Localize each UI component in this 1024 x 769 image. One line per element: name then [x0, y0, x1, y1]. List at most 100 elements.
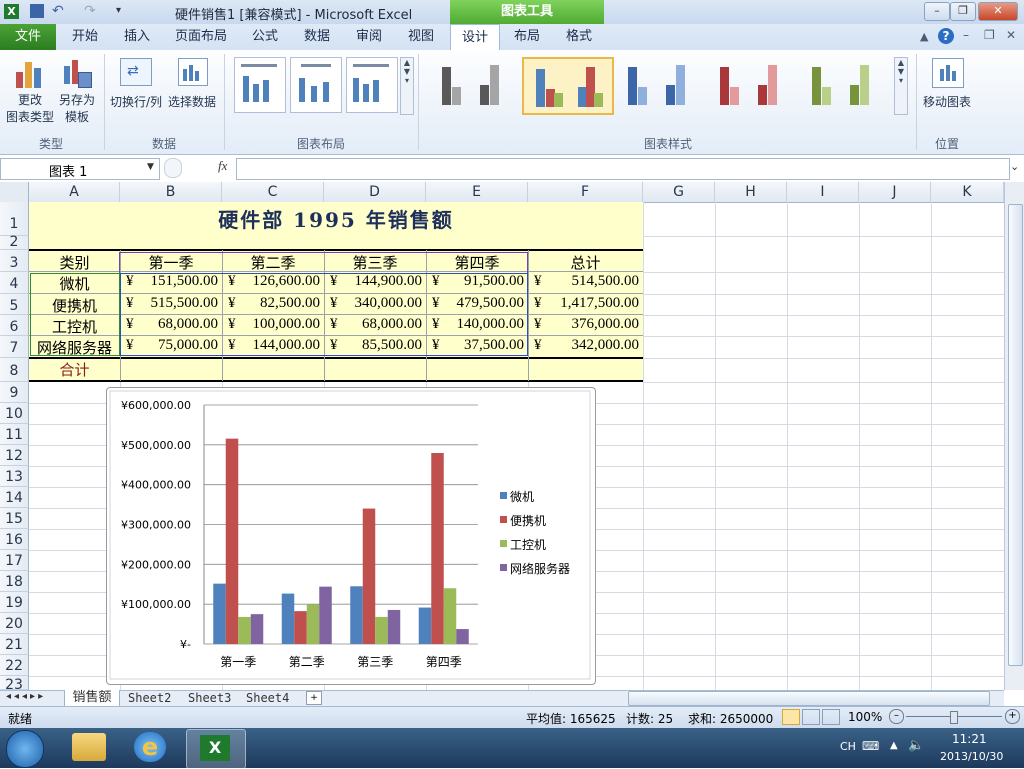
normal-view-icon[interactable]	[782, 709, 800, 725]
vertical-scrollbar[interactable]	[1004, 182, 1024, 690]
move-chart-button[interactable]: 移动图表	[918, 93, 976, 110]
row-header-12[interactable]: 12	[0, 445, 29, 466]
move-chart-icon[interactable]	[932, 58, 964, 88]
workbook-restore-icon[interactable]: ❐	[984, 28, 995, 42]
chart-layout-2[interactable]	[290, 57, 342, 113]
show-hidden-icons[interactable]: ▲	[890, 740, 898, 751]
keyboard-icon[interactable]: ⌨	[862, 739, 879, 753]
header-total[interactable]: 总计	[528, 252, 643, 273]
column-header-f[interactable]: F	[528, 182, 643, 202]
column-header-c[interactable]: C	[222, 182, 324, 202]
switch-row-column-button[interactable]: 切换行/列	[108, 93, 164, 110]
row-category[interactable]: 工控机	[29, 316, 120, 337]
column-header-i[interactable]: I	[787, 182, 859, 202]
workbook-minimize-icon[interactable]: –	[963, 28, 969, 42]
value-cell[interactable]: ¥1,417,500.00	[528, 295, 643, 315]
change-chart-type-icon[interactable]	[14, 58, 46, 88]
row-header-4[interactable]: 4	[0, 272, 29, 294]
tab-formulas[interactable]: 公式	[244, 24, 286, 50]
row-header-18[interactable]: 18	[0, 571, 29, 592]
change-chart-type-button[interactable]: 更改 图表类型	[2, 91, 58, 125]
switch-row-column-icon[interactable]: ⇄	[120, 58, 152, 86]
row-header-21[interactable]: 21	[0, 634, 29, 655]
volume-icon[interactable]: 🔈	[908, 738, 924, 753]
column-header-g[interactable]: G	[643, 182, 715, 202]
save-as-template-button[interactable]: 另存为 模板	[54, 91, 100, 125]
tab-review[interactable]: 审阅	[348, 24, 390, 50]
tab-file[interactable]: 文件	[0, 24, 56, 50]
value-cell[interactable]: ¥82,500.00	[222, 295, 324, 315]
column-header-e[interactable]: E	[426, 182, 528, 202]
internet-explorer-icon[interactable]: e	[134, 732, 166, 762]
explorer-icon[interactable]	[72, 733, 106, 761]
clock-time[interactable]: 11:21	[952, 732, 987, 746]
zoom-slider-thumb[interactable]	[950, 711, 958, 724]
row-header-23[interactable]: 23	[0, 676, 29, 690]
row-header-11[interactable]: 11	[0, 424, 29, 445]
row-header-13[interactable]: 13	[0, 466, 29, 487]
chart-style-4[interactable]	[710, 59, 794, 111]
value-cell[interactable]: ¥37,500.00	[426, 337, 528, 357]
chart-style-5[interactable]	[802, 59, 886, 111]
chart-layout-1[interactable]	[234, 57, 286, 113]
column-header-a[interactable]: A	[29, 182, 120, 202]
input-language[interactable]: CH	[840, 740, 856, 753]
tab-data[interactable]: 数据	[296, 24, 338, 50]
select-all-button[interactable]	[0, 182, 29, 202]
row-category[interactable]: 微机	[29, 273, 120, 294]
value-cell[interactable]: ¥340,000.00	[324, 295, 426, 315]
chart-style-2-selected[interactable]	[522, 57, 614, 115]
chart-style-1[interactable]	[432, 59, 516, 111]
value-cell[interactable]: ¥514,500.00	[528, 273, 643, 293]
value-cell[interactable]: ¥479,500.00	[426, 295, 528, 315]
row-header-17[interactable]: 17	[0, 550, 29, 571]
row-header-15[interactable]: 15	[0, 508, 29, 529]
save-icon[interactable]	[30, 4, 44, 18]
row-header-22[interactable]: 22	[0, 655, 29, 676]
zoom-in-icon[interactable]: +	[1005, 709, 1020, 724]
row-header-8[interactable]: 8	[0, 358, 29, 382]
value-cell[interactable]: ¥140,000.00	[426, 316, 528, 336]
value-cell[interactable]: ¥68,000.00	[324, 316, 426, 336]
value-cell[interactable]: ¥342,000.00	[528, 337, 643, 357]
value-cell[interactable]: ¥91,500.00	[426, 273, 528, 293]
excel-icon[interactable]: X	[4, 4, 19, 19]
chart-layout-3[interactable]	[346, 57, 398, 113]
name-box[interactable]: 图表 1 ▼	[0, 158, 160, 180]
row-header-7[interactable]: 7	[0, 336, 29, 358]
customize-toolbar-icon[interactable]: ▾	[116, 4, 130, 18]
page-layout-view-icon[interactable]	[802, 709, 820, 725]
help-icon[interactable]: ?	[938, 28, 954, 44]
tab-insert[interactable]: 插入	[116, 24, 158, 50]
value-cell[interactable]: ¥126,600.00	[222, 273, 324, 293]
row-header-19[interactable]: 19	[0, 592, 29, 613]
tab-page-layout[interactable]: 页面布局	[170, 24, 232, 50]
sheet-tab-sales[interactable]: 销售额	[64, 690, 120, 707]
chart-style-scroll[interactable]: ▲ ▼ ▾	[894, 57, 908, 115]
value-cell[interactable]: ¥75,000.00	[120, 337, 222, 357]
row-header-20[interactable]: 20	[0, 613, 29, 634]
value-cell[interactable]: ¥85,500.00	[324, 337, 426, 357]
formula-input[interactable]	[236, 158, 1010, 180]
tab-format[interactable]: 格式	[558, 24, 600, 50]
workbook-close-icon[interactable]: ✕	[1006, 28, 1016, 42]
row-category[interactable]: 便携机	[29, 295, 120, 316]
vertical-scroll-thumb[interactable]	[1008, 204, 1023, 666]
zoom-out-icon[interactable]: –	[889, 709, 904, 724]
row-header-6[interactable]: 6	[0, 315, 29, 336]
start-button[interactable]	[6, 730, 44, 768]
sheet-tab-sheet3[interactable]: Sheet3	[188, 690, 231, 706]
minimize-button[interactable]: –	[924, 2, 950, 21]
row-category[interactable]: 网络服务器	[29, 337, 120, 358]
sheet-tab-sheet2[interactable]: Sheet2	[128, 690, 171, 706]
row-header-10[interactable]: 10	[0, 403, 29, 424]
row-header-16[interactable]: 16	[0, 529, 29, 550]
sheet-tab-sheet4[interactable]: Sheet4	[246, 690, 289, 706]
total-label[interactable]: 合计	[29, 359, 120, 380]
excel-taskbar-button[interactable]: X	[186, 729, 246, 769]
column-chart[interactable]: ¥- ¥100,000.00 ¥200,000.00 ¥300,000.00 ¥400,…	[106, 387, 596, 685]
row-header-5[interactable]: 5	[0, 294, 29, 315]
maximize-button[interactable]: ❐	[950, 2, 976, 21]
zoom-level[interactable]: 100%	[848, 710, 882, 724]
chart-layout-scroll[interactable]: ▲ ▼ ▾	[400, 57, 414, 115]
